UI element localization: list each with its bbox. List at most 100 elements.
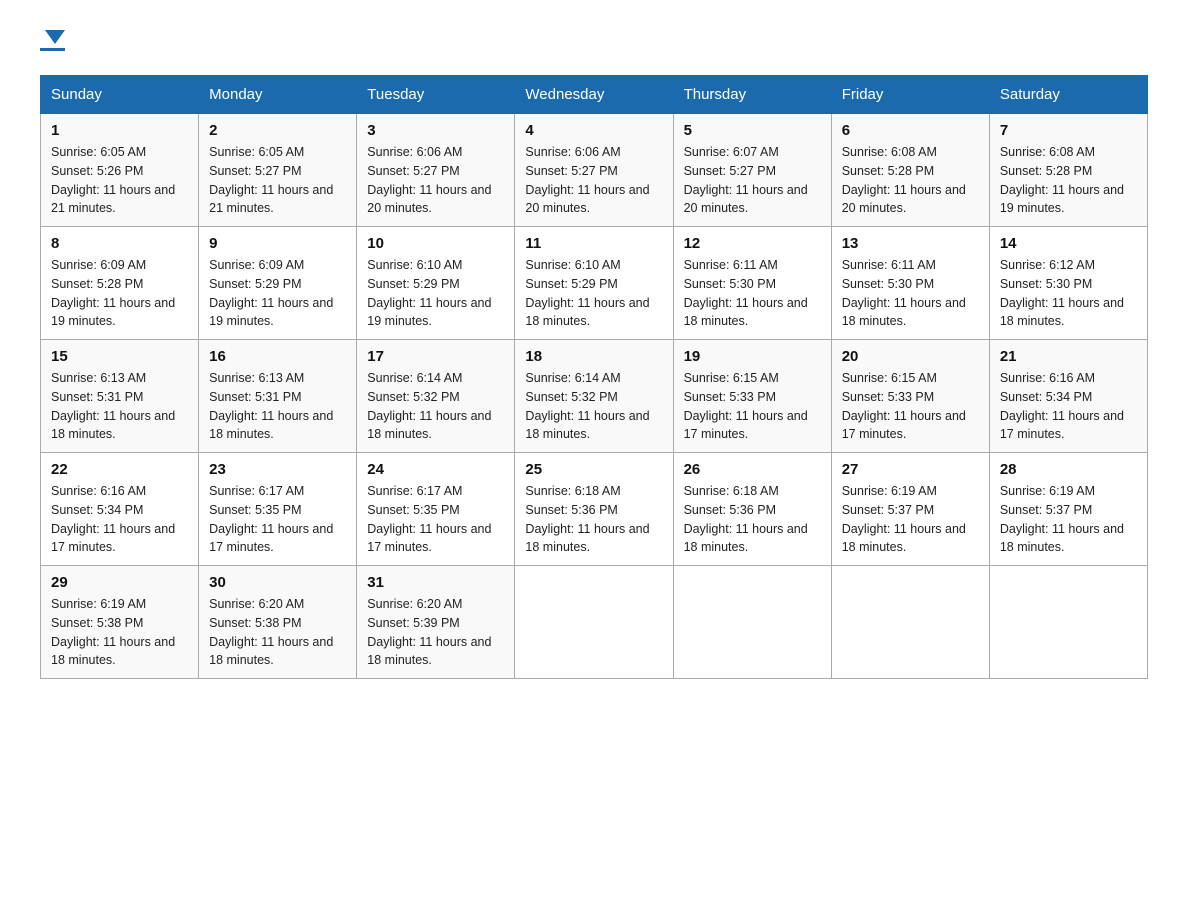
calendar-cell: 6 Sunrise: 6:08 AM Sunset: 5:28 PM Dayli… (831, 114, 989, 227)
header-monday: Monday (199, 76, 357, 114)
calendar-cell: 20 Sunrise: 6:15 AM Sunset: 5:33 PM Dayl… (831, 340, 989, 453)
header-saturday: Saturday (989, 76, 1147, 114)
day-info: Sunrise: 6:05 AM Sunset: 5:26 PM Dayligh… (51, 143, 188, 218)
day-number: 19 (684, 348, 821, 365)
calendar-cell: 21 Sunrise: 6:16 AM Sunset: 5:34 PM Dayl… (989, 340, 1147, 453)
calendar-cell: 18 Sunrise: 6:14 AM Sunset: 5:32 PM Dayl… (515, 340, 673, 453)
day-info: Sunrise: 6:12 AM Sunset: 5:30 PM Dayligh… (1000, 256, 1137, 331)
day-number: 31 (367, 574, 504, 591)
calendar-cell: 26 Sunrise: 6:18 AM Sunset: 5:36 PM Dayl… (673, 453, 831, 566)
day-info: Sunrise: 6:13 AM Sunset: 5:31 PM Dayligh… (51, 369, 188, 444)
day-number: 30 (209, 574, 346, 591)
day-info: Sunrise: 6:13 AM Sunset: 5:31 PM Dayligh… (209, 369, 346, 444)
header-thursday: Thursday (673, 76, 831, 114)
day-info: Sunrise: 6:11 AM Sunset: 5:30 PM Dayligh… (684, 256, 821, 331)
calendar-cell: 1 Sunrise: 6:05 AM Sunset: 5:26 PM Dayli… (41, 114, 199, 227)
calendar-week-row: 29 Sunrise: 6:19 AM Sunset: 5:38 PM Dayl… (41, 566, 1148, 679)
calendar-week-row: 1 Sunrise: 6:05 AM Sunset: 5:26 PM Dayli… (41, 114, 1148, 227)
calendar-cell: 27 Sunrise: 6:19 AM Sunset: 5:37 PM Dayl… (831, 453, 989, 566)
calendar-cell (673, 566, 831, 679)
day-info: Sunrise: 6:10 AM Sunset: 5:29 PM Dayligh… (367, 256, 504, 331)
header-wednesday: Wednesday (515, 76, 673, 114)
calendar-cell: 13 Sunrise: 6:11 AM Sunset: 5:30 PM Dayl… (831, 227, 989, 340)
day-number: 20 (842, 348, 979, 365)
day-number: 2 (209, 122, 346, 139)
header-sunday: Sunday (41, 76, 199, 114)
calendar-cell: 12 Sunrise: 6:11 AM Sunset: 5:30 PM Dayl… (673, 227, 831, 340)
calendar-cell: 23 Sunrise: 6:17 AM Sunset: 5:35 PM Dayl… (199, 453, 357, 566)
calendar-cell: 9 Sunrise: 6:09 AM Sunset: 5:29 PM Dayli… (199, 227, 357, 340)
day-number: 3 (367, 122, 504, 139)
calendar-cell: 8 Sunrise: 6:09 AM Sunset: 5:28 PM Dayli… (41, 227, 199, 340)
day-number: 23 (209, 461, 346, 478)
calendar-week-row: 15 Sunrise: 6:13 AM Sunset: 5:31 PM Dayl… (41, 340, 1148, 453)
day-number: 5 (684, 122, 821, 139)
day-info: Sunrise: 6:14 AM Sunset: 5:32 PM Dayligh… (525, 369, 662, 444)
calendar-cell (989, 566, 1147, 679)
calendar-week-row: 8 Sunrise: 6:09 AM Sunset: 5:28 PM Dayli… (41, 227, 1148, 340)
calendar-cell (515, 566, 673, 679)
day-number: 15 (51, 348, 188, 365)
calendar-header-row: SundayMondayTuesdayWednesdayThursdayFrid… (41, 76, 1148, 114)
day-number: 22 (51, 461, 188, 478)
calendar-cell: 2 Sunrise: 6:05 AM Sunset: 5:27 PM Dayli… (199, 114, 357, 227)
day-info: Sunrise: 6:19 AM Sunset: 5:37 PM Dayligh… (1000, 482, 1137, 557)
calendar-cell: 31 Sunrise: 6:20 AM Sunset: 5:39 PM Dayl… (357, 566, 515, 679)
day-info: Sunrise: 6:10 AM Sunset: 5:29 PM Dayligh… (525, 256, 662, 331)
day-info: Sunrise: 6:20 AM Sunset: 5:39 PM Dayligh… (367, 595, 504, 670)
day-number: 14 (1000, 235, 1137, 252)
day-info: Sunrise: 6:08 AM Sunset: 5:28 PM Dayligh… (1000, 143, 1137, 218)
day-info: Sunrise: 6:06 AM Sunset: 5:27 PM Dayligh… (367, 143, 504, 218)
calendar-cell: 3 Sunrise: 6:06 AM Sunset: 5:27 PM Dayli… (357, 114, 515, 227)
calendar-cell: 11 Sunrise: 6:10 AM Sunset: 5:29 PM Dayl… (515, 227, 673, 340)
calendar-cell: 25 Sunrise: 6:18 AM Sunset: 5:36 PM Dayl… (515, 453, 673, 566)
day-number: 25 (525, 461, 662, 478)
day-info: Sunrise: 6:08 AM Sunset: 5:28 PM Dayligh… (842, 143, 979, 218)
day-info: Sunrise: 6:16 AM Sunset: 5:34 PM Dayligh… (1000, 369, 1137, 444)
calendar-cell: 7 Sunrise: 6:08 AM Sunset: 5:28 PM Dayli… (989, 114, 1147, 227)
day-info: Sunrise: 6:18 AM Sunset: 5:36 PM Dayligh… (684, 482, 821, 557)
day-number: 17 (367, 348, 504, 365)
calendar-cell: 30 Sunrise: 6:20 AM Sunset: 5:38 PM Dayl… (199, 566, 357, 679)
day-number: 21 (1000, 348, 1137, 365)
calendar-week-row: 22 Sunrise: 6:16 AM Sunset: 5:34 PM Dayl… (41, 453, 1148, 566)
day-number: 28 (1000, 461, 1137, 478)
logo (40, 30, 65, 51)
calendar-table: SundayMondayTuesdayWednesdayThursdayFrid… (40, 75, 1148, 679)
day-info: Sunrise: 6:09 AM Sunset: 5:29 PM Dayligh… (209, 256, 346, 331)
day-number: 16 (209, 348, 346, 365)
logo-triangle-icon (45, 30, 65, 44)
day-info: Sunrise: 6:20 AM Sunset: 5:38 PM Dayligh… (209, 595, 346, 670)
day-info: Sunrise: 6:19 AM Sunset: 5:38 PM Dayligh… (51, 595, 188, 670)
day-info: Sunrise: 6:15 AM Sunset: 5:33 PM Dayligh… (684, 369, 821, 444)
day-number: 29 (51, 574, 188, 591)
day-number: 7 (1000, 122, 1137, 139)
day-info: Sunrise: 6:09 AM Sunset: 5:28 PM Dayligh… (51, 256, 188, 331)
day-number: 1 (51, 122, 188, 139)
day-info: Sunrise: 6:16 AM Sunset: 5:34 PM Dayligh… (51, 482, 188, 557)
day-info: Sunrise: 6:07 AM Sunset: 5:27 PM Dayligh… (684, 143, 821, 218)
day-info: Sunrise: 6:18 AM Sunset: 5:36 PM Dayligh… (525, 482, 662, 557)
calendar-cell: 19 Sunrise: 6:15 AM Sunset: 5:33 PM Dayl… (673, 340, 831, 453)
header-tuesday: Tuesday (357, 76, 515, 114)
day-info: Sunrise: 6:11 AM Sunset: 5:30 PM Dayligh… (842, 256, 979, 331)
day-number: 8 (51, 235, 188, 252)
day-info: Sunrise: 6:15 AM Sunset: 5:33 PM Dayligh… (842, 369, 979, 444)
calendar-cell: 5 Sunrise: 6:07 AM Sunset: 5:27 PM Dayli… (673, 114, 831, 227)
calendar-cell: 28 Sunrise: 6:19 AM Sunset: 5:37 PM Dayl… (989, 453, 1147, 566)
day-info: Sunrise: 6:06 AM Sunset: 5:27 PM Dayligh… (525, 143, 662, 218)
calendar-cell: 22 Sunrise: 6:16 AM Sunset: 5:34 PM Dayl… (41, 453, 199, 566)
calendar-cell (831, 566, 989, 679)
day-number: 27 (842, 461, 979, 478)
day-number: 26 (684, 461, 821, 478)
day-number: 11 (525, 235, 662, 252)
calendar-cell: 16 Sunrise: 6:13 AM Sunset: 5:31 PM Dayl… (199, 340, 357, 453)
day-info: Sunrise: 6:19 AM Sunset: 5:37 PM Dayligh… (842, 482, 979, 557)
day-number: 13 (842, 235, 979, 252)
logo-divider (40, 48, 65, 51)
page-header (40, 30, 1148, 51)
calendar-cell: 4 Sunrise: 6:06 AM Sunset: 5:27 PM Dayli… (515, 114, 673, 227)
day-info: Sunrise: 6:14 AM Sunset: 5:32 PM Dayligh… (367, 369, 504, 444)
calendar-cell: 24 Sunrise: 6:17 AM Sunset: 5:35 PM Dayl… (357, 453, 515, 566)
day-number: 6 (842, 122, 979, 139)
